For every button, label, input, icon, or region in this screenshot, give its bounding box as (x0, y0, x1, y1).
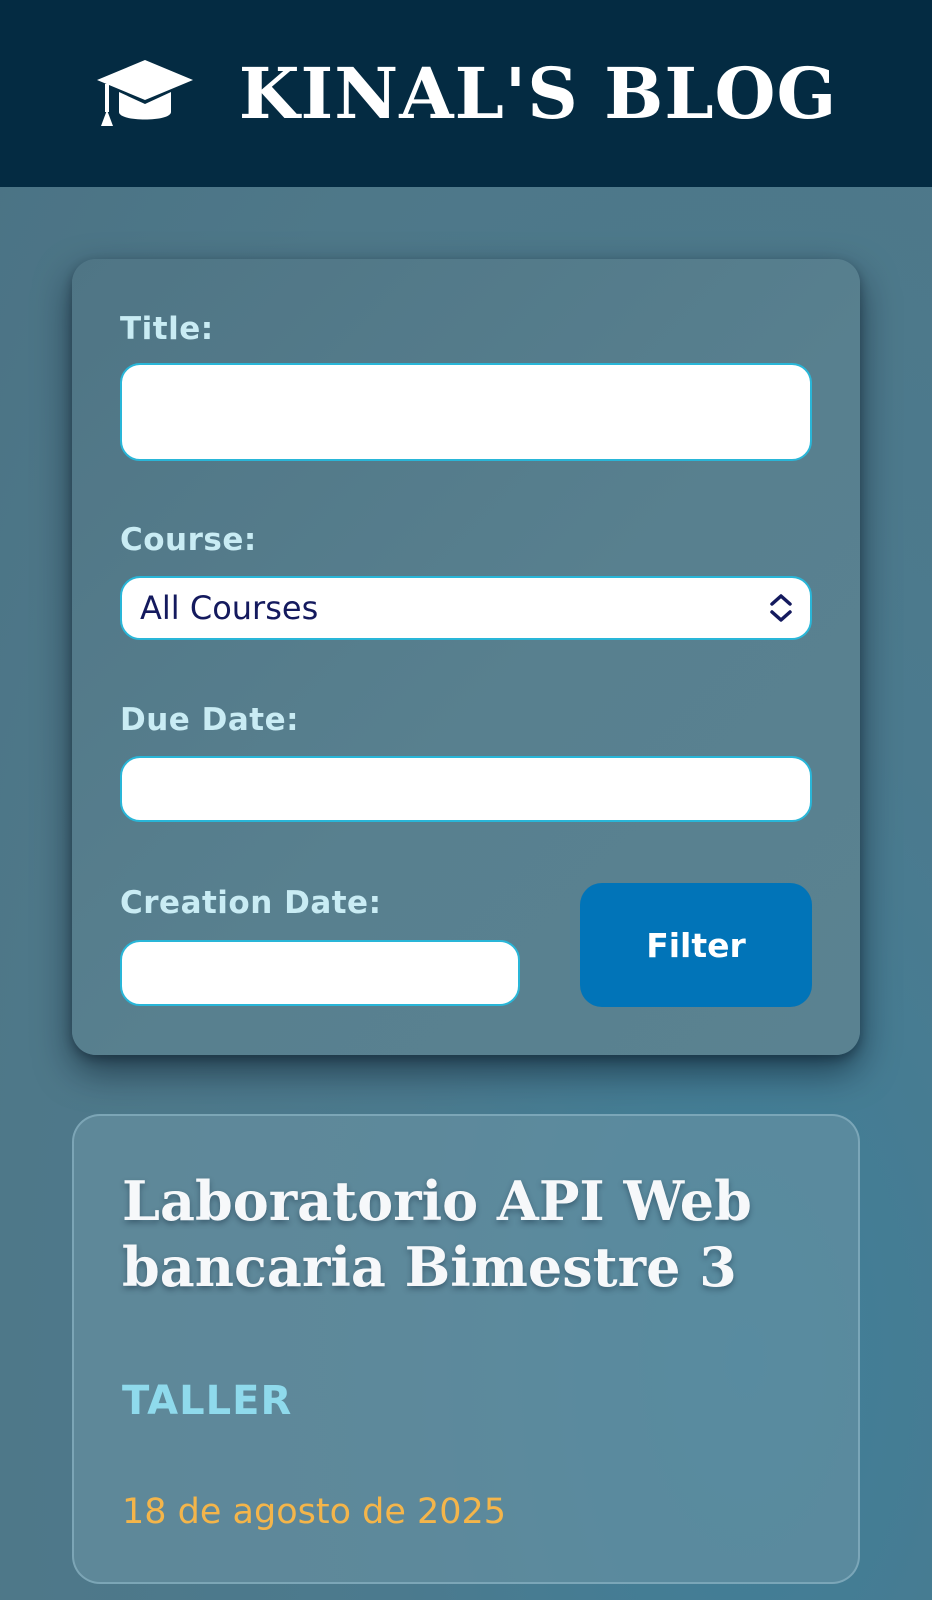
chevron-updown-icon (770, 594, 792, 622)
creation-date-label: Creation Date: (120, 885, 382, 921)
filter-button[interactable]: Filter (580, 883, 812, 1007)
due-date-label: Due Date: (120, 702, 300, 738)
graduation-cap-icon (96, 59, 193, 126)
post-card[interactable]: Laboratorio API Web bancaria Bimestre 3 … (72, 1114, 860, 1584)
blog-title[interactable]: KINAL'S BLOG (239, 58, 838, 129)
title-label: Title: (120, 311, 214, 347)
post-date: 18 de agosto de 2025 (122, 1492, 507, 1532)
due-date-input[interactable] (120, 756, 812, 822)
app-header: KINAL'S BLOG (0, 0, 932, 187)
filter-panel: Title: Course: All Courses Due Date: Cre… (72, 259, 860, 1055)
post-title[interactable]: Laboratorio API Web bancaria Bimestre 3 (122, 1168, 822, 1300)
creation-date-input[interactable] (120, 940, 520, 1006)
course-label: Course: (120, 522, 257, 558)
course-select-value: All Courses (140, 589, 319, 627)
course-select[interactable]: All Courses (120, 576, 812, 640)
post-course: TALLER (122, 1378, 293, 1424)
title-input[interactable] (120, 363, 812, 461)
